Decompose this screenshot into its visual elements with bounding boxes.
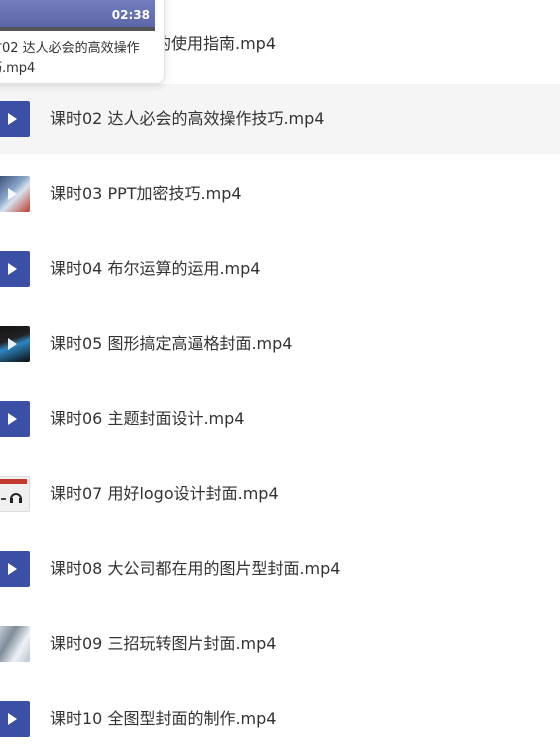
hover-preview-tooltip: 02:38 时02 达人必会的高效操作 巧.mp4 [0,0,165,84]
play-icon[interactable] [0,401,30,437]
lesson-row-07[interactable]: 课时07 用好logo设计封面.mp4 [0,459,560,529]
lesson-title[interactable]: 课时07 用好logo设计封面.mp4 [50,484,279,504]
lesson-thumbnail-image[interactable] [0,326,30,362]
lesson-row-04[interactable]: 课时04 布尔运算的运用.mp4 [0,234,560,304]
lesson-thumbnail-image[interactable] [0,626,30,662]
preview-title-line1: 时02 达人必会的高效操作 [0,41,140,56]
lesson-title[interactable]: 课时09 三招玩转图片封面.mp4 [50,634,276,654]
lesson-title[interactable]: 课时10 全图型封面的制作.mp4 [50,709,276,729]
play-icon[interactable] [0,551,30,587]
lesson-thumbnail-image[interactable] [0,476,30,512]
preview-duration: 02:38 [111,8,150,22]
lesson-title[interactable]: 课时04 布尔运算的运用.mp4 [50,259,260,279]
preview-title-line2: 巧.mp4 [0,61,36,76]
lesson-title-partial[interactable]: 的使用指南.mp4 [155,34,276,54]
lesson-thumbnail-image[interactable] [0,176,30,212]
lesson-row-10[interactable]: 课时10 全图型封面的制作.mp4 [0,684,560,754]
lesson-row-03[interactable]: 课时03 PPT加密技巧.mp4 [0,159,560,229]
preview-title: 时02 达人必会的高效操作 巧.mp4 [0,39,161,79]
lesson-row-02[interactable]: 课时02 达人必会的高效操作技巧.mp4 [0,84,560,154]
lesson-row-08[interactable]: 课时08 大公司都在用的图片型封面.mp4 [0,534,560,604]
lesson-row-05[interactable]: 课时05 图形搞定高逼格封面.mp4 [0,309,560,379]
lesson-row-06[interactable]: 课时06 主题封面设计.mp4 [0,384,560,454]
lesson-title[interactable]: 课时02 达人必会的高效操作技巧.mp4 [50,109,324,129]
lesson-title[interactable]: 课时03 PPT加密技巧.mp4 [50,184,242,204]
lesson-title[interactable]: 课时05 图形搞定高逼格封面.mp4 [50,334,292,354]
lesson-row-09[interactable]: 课时09 三招玩转图片封面.mp4 [0,609,560,679]
lesson-title[interactable]: 课时08 大公司都在用的图片型封面.mp4 [50,559,340,579]
lesson-title[interactable]: 课时06 主题封面设计.mp4 [50,409,244,429]
preview-progress-bar [0,27,155,31]
play-icon[interactable] [0,101,30,137]
play-icon[interactable] [0,251,30,287]
